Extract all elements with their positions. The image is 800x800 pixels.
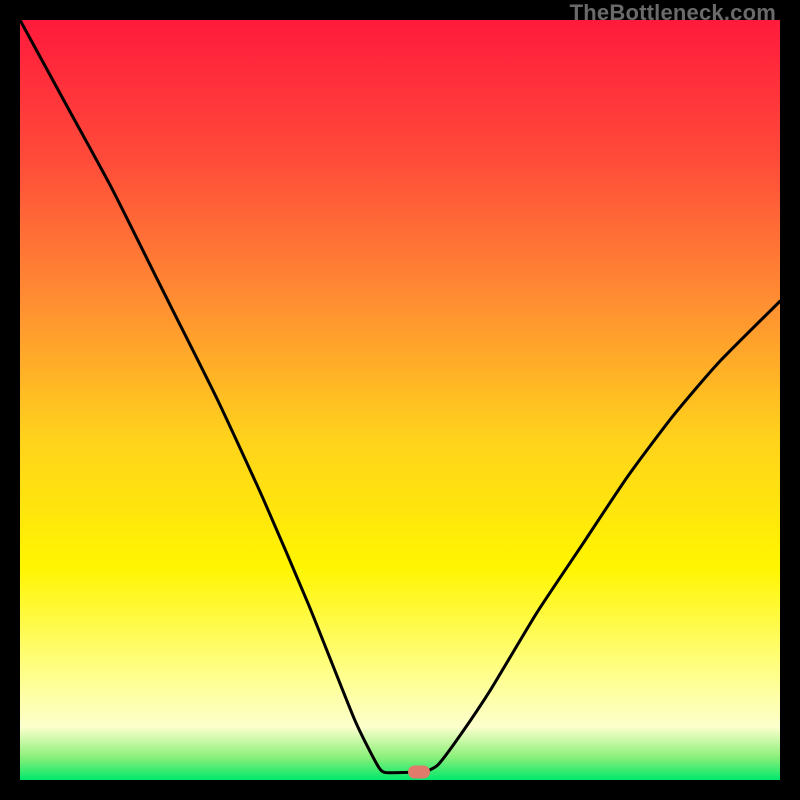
curve-layer (20, 20, 780, 780)
optimal-marker (408, 766, 430, 779)
bottleneck-curve (20, 20, 780, 773)
watermark-text: TheBottleneck.com (570, 0, 776, 26)
chart-frame: TheBottleneck.com (0, 0, 800, 800)
plot-area (20, 20, 780, 780)
